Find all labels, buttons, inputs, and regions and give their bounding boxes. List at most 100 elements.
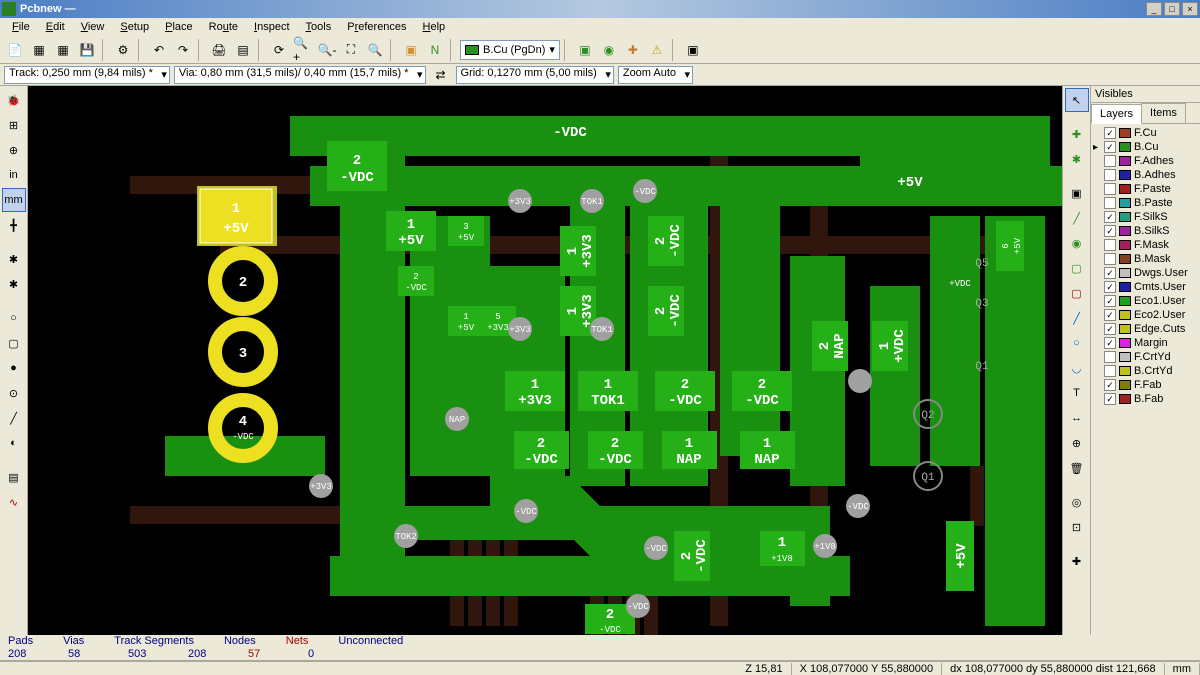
auto-track-icon[interactable]: ⇄	[430, 64, 452, 86]
target-icon[interactable]: ⊕	[1065, 431, 1089, 455]
units-mm-icon[interactable]: mm	[2, 188, 26, 212]
layer-checkbox[interactable]: ✓	[1104, 225, 1116, 237]
layer-checkbox[interactable]: ✓	[1104, 127, 1116, 139]
layers-icon[interactable]: ▤	[2, 465, 26, 489]
track-width-select[interactable]: Track: 0,250 mm (9,84 mils) *	[4, 66, 170, 84]
layer-color-swatch[interactable]	[1119, 338, 1131, 348]
layer-row[interactable]: ✓Margin	[1093, 336, 1198, 350]
tb-icon[interactable]: ▦	[52, 39, 74, 61]
add-text-icon[interactable]: T	[1065, 381, 1089, 405]
layer-checkbox[interactable]	[1104, 365, 1116, 377]
menu-edit[interactable]: Edit	[38, 19, 73, 35]
layer-row[interactable]: B.CrtYd	[1093, 364, 1198, 378]
select-icon[interactable]: ↖	[1065, 88, 1089, 112]
layer-checkbox[interactable]: ✓	[1104, 393, 1116, 405]
save-icon[interactable]: 💾	[76, 39, 98, 61]
track-icon[interactable]: ╱	[2, 406, 26, 430]
highlight-net-icon[interactable]: ✚	[1065, 122, 1089, 146]
zone-icon[interactable]: ▢	[2, 331, 26, 355]
layer-color-swatch[interactable]	[1119, 324, 1131, 334]
cursor-icon[interactable]: ╋	[2, 213, 26, 237]
layer-color-swatch[interactable]	[1119, 128, 1131, 138]
layer-checkbox[interactable]	[1104, 183, 1116, 195]
layer-checkbox[interactable]	[1104, 155, 1116, 167]
layer-row[interactable]: ✓F.SilkS	[1093, 210, 1198, 224]
ratsnest-local-icon[interactable]: ✱	[2, 272, 26, 296]
add-zone-icon[interactable]: ▢	[1065, 256, 1089, 280]
close-button[interactable]: ×	[1182, 2, 1198, 16]
settings-icon[interactable]: ⚙	[112, 39, 134, 61]
origin-icon[interactable]: ◎	[1065, 490, 1089, 514]
layer-row[interactable]: F.CrtYd	[1093, 350, 1198, 364]
menu-preferences[interactable]: Preferences	[339, 19, 414, 35]
grid-select[interactable]: Grid: 0,1270 mm (5,00 mils)	[456, 66, 614, 84]
layer-checkbox[interactable]: ✓	[1104, 323, 1116, 335]
layer-row[interactable]: B.Paste	[1093, 196, 1198, 210]
layer-dropdown[interactable]: B.Cu (PgDn) ▾	[460, 40, 560, 60]
layer-row[interactable]: ✓F.Fab	[1093, 378, 1198, 392]
layer-row[interactable]: F.Paste	[1093, 182, 1198, 196]
plot-icon[interactable]: ▤	[232, 39, 254, 61]
dimension-icon[interactable]: ↔	[1065, 406, 1089, 430]
microwave-icon[interactable]: ∿	[2, 490, 26, 514]
polar-icon[interactable]: ⊕	[2, 138, 26, 162]
netlist-icon[interactable]: N	[424, 39, 446, 61]
layer-row[interactable]: B.Mask	[1093, 252, 1198, 266]
ratsnest-icon[interactable]: ✱	[2, 247, 26, 271]
local-ratsnest-icon[interactable]: ✱	[1065, 147, 1089, 171]
tab-items[interactable]: Items	[1141, 103, 1186, 123]
layer-checkbox[interactable]	[1104, 169, 1116, 181]
add-footprint-icon[interactable]: ▣	[1065, 181, 1089, 205]
layer-row[interactable]: B.Adhes	[1093, 168, 1198, 182]
pcb-canvas[interactable]: 2 -VDC 1 +5V 3 +5V 2 -VDC 1 +5V 5 +3V3 1	[28, 86, 1062, 635]
layer-row[interactable]: ✓Dwgs.User	[1093, 266, 1198, 280]
layer-color-swatch[interactable]	[1119, 226, 1131, 236]
layer-checkbox[interactable]: ✓	[1104, 141, 1116, 153]
print-icon[interactable]: 🖨	[208, 39, 230, 61]
layer-checkbox[interactable]: ✓	[1104, 337, 1116, 349]
layer-row[interactable]: ✓Cmts.User	[1093, 280, 1198, 294]
drc-off-icon[interactable]: 🐞	[2, 88, 26, 112]
zoom-select-icon[interactable]: 🔍	[364, 39, 386, 61]
contrast-icon[interactable]: ◐	[2, 431, 26, 455]
layer-row[interactable]: ✓Eco2.User	[1093, 308, 1198, 322]
layer-color-swatch[interactable]	[1119, 366, 1131, 376]
layer-checkbox[interactable]: ✓	[1104, 281, 1116, 293]
layer-row[interactable]: ✓F.Cu	[1093, 126, 1198, 140]
tb-icon[interactable]: ▣	[574, 39, 596, 61]
zoom-select[interactable]: Zoom Auto	[618, 66, 693, 84]
layer-row[interactable]: F.Mask	[1093, 238, 1198, 252]
layer-checkbox[interactable]	[1104, 253, 1116, 265]
add-via-icon[interactable]: ◉	[1065, 231, 1089, 255]
zoom-in-icon[interactable]: 🔍+	[292, 39, 314, 61]
layer-color-swatch[interactable]	[1119, 198, 1131, 208]
delete-icon[interactable]: 🗑	[1065, 456, 1089, 480]
menu-place[interactable]: Place	[157, 19, 201, 35]
draw-arc-icon[interactable]: ◡	[1065, 356, 1089, 380]
autodel-icon[interactable]: ○	[2, 306, 26, 330]
layer-checkbox[interactable]: ✓	[1104, 267, 1116, 279]
new-icon[interactable]: 📄	[4, 39, 26, 61]
layer-color-swatch[interactable]	[1119, 310, 1131, 320]
layer-color-swatch[interactable]	[1119, 282, 1131, 292]
menu-setup[interactable]: Setup	[112, 19, 157, 35]
layer-row[interactable]: ✓B.SilkS	[1093, 224, 1198, 238]
redo-icon[interactable]: ↷	[172, 39, 194, 61]
layer-checkbox[interactable]	[1104, 239, 1116, 251]
layer-row[interactable]: ▸✓B.Cu	[1093, 140, 1198, 154]
menu-tools[interactable]: Tools	[298, 19, 340, 35]
layer-color-swatch[interactable]	[1119, 170, 1131, 180]
layer-color-swatch[interactable]	[1119, 142, 1131, 152]
menu-route[interactable]: Route	[201, 19, 246, 35]
layer-color-swatch[interactable]	[1119, 240, 1131, 250]
layer-row[interactable]: ✓B.Fab	[1093, 392, 1198, 406]
zoom-fit-icon[interactable]: ⛶	[340, 39, 362, 61]
menu-help[interactable]: Help	[415, 19, 454, 35]
tb-icon[interactable]: ◉	[598, 39, 620, 61]
undo-icon[interactable]: ↶	[148, 39, 170, 61]
footprint-icon[interactable]: ▣	[400, 39, 422, 61]
layer-color-swatch[interactable]	[1119, 254, 1131, 264]
layer-checkbox[interactable]	[1104, 197, 1116, 209]
layer-checkbox[interactable]: ✓	[1104, 211, 1116, 223]
draw-line-icon[interactable]: ╱	[1065, 306, 1089, 330]
